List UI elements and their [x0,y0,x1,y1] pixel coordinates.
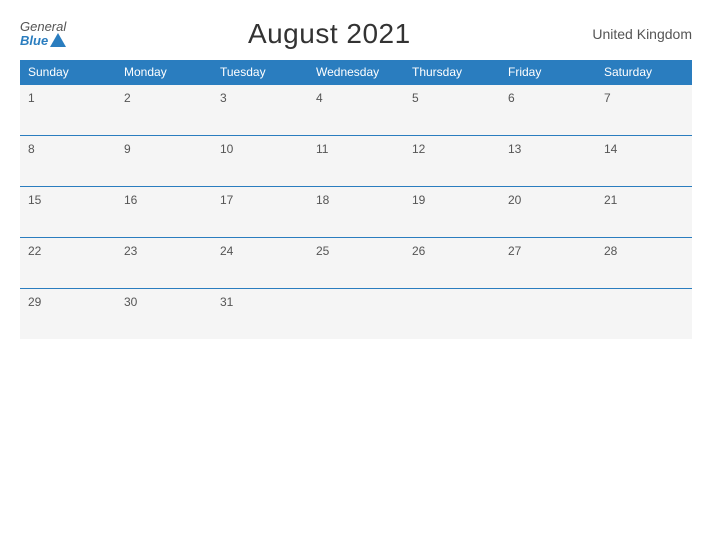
col-saturday: Saturday [596,60,692,85]
col-thursday: Thursday [404,60,500,85]
day-number: 16 [124,193,137,207]
calendar-day-cell: 22 [20,238,116,289]
day-number: 18 [316,193,329,207]
day-number: 30 [124,295,137,309]
calendar-day-cell [404,289,500,340]
calendar-page: General Blue August 2021 United Kingdom … [0,0,712,550]
calendar-day-cell: 21 [596,187,692,238]
col-friday: Friday [500,60,596,85]
day-number: 25 [316,244,329,258]
calendar-header-row: Sunday Monday Tuesday Wednesday Thursday… [20,60,692,85]
calendar-day-cell: 28 [596,238,692,289]
country-label: United Kingdom [592,26,692,42]
calendar-week-row: 22 23 24 25 26 27 28 [20,238,692,289]
calendar-day-cell: 11 [308,136,404,187]
day-number: 22 [28,244,41,258]
day-number: 23 [124,244,137,258]
calendar-day-cell: 12 [404,136,500,187]
calendar-day-cell: 24 [212,238,308,289]
calendar-day-cell: 18 [308,187,404,238]
day-number: 10 [220,142,233,156]
calendar-day-cell: 17 [212,187,308,238]
day-number: 17 [220,193,233,207]
calendar-table: Sunday Monday Tuesday Wednesday Thursday… [20,60,692,339]
calendar-day-cell: 9 [116,136,212,187]
calendar-day-cell: 29 [20,289,116,340]
calendar-day-cell: 16 [116,187,212,238]
day-number: 15 [28,193,41,207]
calendar-week-row: 1 2 3 4 5 6 7 [20,85,692,136]
calendar-week-row: 15 16 17 18 19 20 21 [20,187,692,238]
calendar-day-cell: 27 [500,238,596,289]
calendar-day-cell: 6 [500,85,596,136]
calendar-day-cell: 15 [20,187,116,238]
calendar-day-cell: 19 [404,187,500,238]
calendar-day-cell [596,289,692,340]
day-number: 7 [604,91,611,105]
calendar-day-cell: 2 [116,85,212,136]
day-number: 1 [28,91,35,105]
day-number: 26 [412,244,425,258]
day-number: 4 [316,91,323,105]
calendar-day-cell: 14 [596,136,692,187]
day-number: 8 [28,142,35,156]
calendar-day-cell: 1 [20,85,116,136]
calendar-day-cell [500,289,596,340]
day-number: 21 [604,193,617,207]
day-number: 5 [412,91,419,105]
day-number: 9 [124,142,131,156]
day-number: 20 [508,193,521,207]
day-number: 24 [220,244,233,258]
calendar-day-cell: 20 [500,187,596,238]
calendar-day-cell: 7 [596,85,692,136]
day-number: 6 [508,91,515,105]
logo-triangle-icon [50,33,66,47]
calendar-day-cell: 13 [500,136,596,187]
day-number: 2 [124,91,131,105]
calendar-day-cell: 3 [212,85,308,136]
col-tuesday: Tuesday [212,60,308,85]
col-wednesday: Wednesday [308,60,404,85]
calendar-day-cell: 4 [308,85,404,136]
day-number: 13 [508,142,521,156]
calendar-day-cell: 30 [116,289,212,340]
month-title: August 2021 [248,18,411,50]
calendar-day-cell: 5 [404,85,500,136]
calendar-day-cell: 25 [308,238,404,289]
calendar-day-cell: 26 [404,238,500,289]
day-number: 11 [316,142,328,156]
day-number: 14 [604,142,617,156]
day-number: 12 [412,142,425,156]
logo-general-text: General [20,20,66,33]
day-number: 27 [508,244,521,258]
calendar-week-row: 29 30 31 [20,289,692,340]
calendar-day-cell: 10 [212,136,308,187]
calendar-day-cell: 23 [116,238,212,289]
day-number: 31 [220,295,233,309]
logo-blue-text: Blue [20,33,66,48]
day-number: 3 [220,91,227,105]
calendar-day-cell: 31 [212,289,308,340]
day-number: 28 [604,244,617,258]
calendar-week-row: 8 9 10 11 12 13 14 [20,136,692,187]
col-monday: Monday [116,60,212,85]
calendar-day-cell: 8 [20,136,116,187]
col-sunday: Sunday [20,60,116,85]
day-number: 19 [412,193,425,207]
calendar-day-cell [308,289,404,340]
logo: General Blue [20,20,66,48]
day-number: 29 [28,295,41,309]
header: General Blue August 2021 United Kingdom [20,18,692,50]
